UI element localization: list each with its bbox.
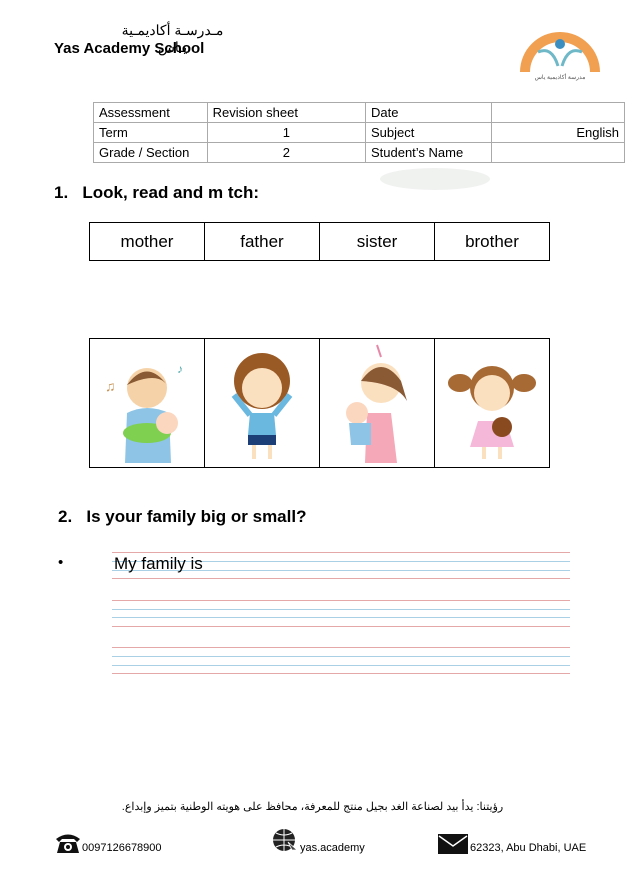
- picture-father-holding-baby[interactable]: ♫ ♪: [90, 339, 205, 467]
- assessment-info-table: Assessment Revision sheet Date Term 1 Subjec…: [93, 102, 625, 163]
- label-date: Date: [364, 102, 493, 123]
- vision-statement: رؤيتنا: يدأ بيد لصناعة الغد بجيل منتج لل…: [121, 801, 504, 813]
- question-title: Is your family big or small?: [86, 507, 307, 526]
- svg-text:مدرسة أكاديمية ياس: مدرسة أكاديمية ياس: [535, 72, 586, 81]
- word-father[interactable]: father: [205, 223, 320, 260]
- bullet: •: [58, 554, 64, 571]
- word-sister[interactable]: sister: [320, 223, 435, 260]
- label-grade: Grade / Section: [93, 142, 208, 163]
- question-number: 1.: [54, 183, 69, 202]
- value-grade: 2: [206, 142, 366, 163]
- label-assessment: Assessment: [93, 102, 208, 123]
- watermark-blob: [380, 168, 490, 190]
- mail-icon: [438, 834, 468, 854]
- question-1-heading: 1. Look, read and m tch:: [54, 183, 259, 203]
- picture-boy[interactable]: [205, 339, 320, 467]
- value-date[interactable]: [491, 102, 625, 123]
- value-assessment: Revision sheet: [206, 102, 366, 123]
- word-mother[interactable]: mother: [90, 223, 205, 260]
- question-2-heading: 2. Is your family big or small?: [58, 507, 306, 527]
- word-bank: mother father sister brother: [89, 222, 550, 261]
- website[interactable]: yas.academy: [300, 842, 365, 854]
- word-brother[interactable]: brother: [435, 223, 549, 260]
- phone-icon: [56, 834, 80, 853]
- globe-icon: [273, 829, 298, 854]
- svg-text:♪: ♪: [177, 362, 183, 376]
- value-subject: English: [491, 122, 625, 143]
- value-student-name[interactable]: [491, 142, 625, 163]
- picture-row: ♫ ♪: [89, 338, 550, 468]
- label-subject: Subject: [364, 122, 493, 143]
- question-number: 2.: [58, 507, 73, 526]
- picture-girl-with-teddy[interactable]: [435, 339, 549, 467]
- picture-mother-holding-baby[interactable]: [320, 339, 435, 467]
- question-title: Look, read and m tch:: [82, 183, 259, 202]
- label-student-name: Student’s Name: [364, 142, 493, 163]
- label-term: Term: [93, 122, 208, 143]
- address: 62323, Abu Dhabi, UAE: [470, 842, 587, 854]
- svg-text:♫: ♫: [105, 378, 116, 394]
- answer-prompt: My family is: [114, 554, 203, 573]
- value-term: 1: [206, 122, 366, 143]
- phone-number: 0097126678900: [82, 842, 162, 854]
- school-name: Yas Academy School: [54, 40, 205, 57]
- school-logo: مدرسة أكاديمية ياس: [520, 32, 600, 81]
